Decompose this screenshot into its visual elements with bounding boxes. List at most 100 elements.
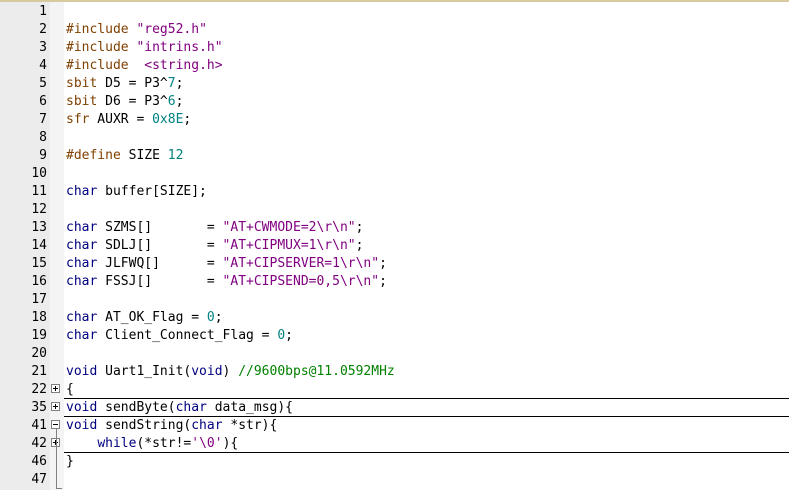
code-token: ; [183,112,192,127]
line-number: 13 [31,220,47,235]
code-text: void sendString(char *str){ [66,417,277,435]
code-token: ){ [222,436,239,451]
line-number: 1 [39,4,47,19]
code-token: char [66,238,98,253]
line-number: 6 [39,94,47,109]
code-text: char FSSJ[] = "AT+CIPSEND=0,5\r\n"; [66,273,387,291]
code-token: ; [379,274,387,289]
code-token: 6 [167,94,176,109]
code-line[interactable]: 11 char buffer[SIZE]; [0,183,789,201]
code-token: "AT+CIPSERVER=1\r\n" [222,256,380,271]
code-token: ; [285,328,293,343]
code-token: #include [66,40,137,55]
code-token: char [191,418,223,433]
line-number: 18 [31,310,47,325]
code-token: "AT+CIPMUX=1\r\n" [222,238,356,253]
code-token: { [66,382,74,397]
code-line[interactable]: 41 void sendString(char *str){ [0,417,789,435]
code-line[interactable]: 20 [0,345,789,363]
code-line[interactable]: 35 void sendByte(char data_msg){ [0,399,789,417]
code-line[interactable]: 4 #include <string.h> [0,57,789,75]
code-token: "AT+CWMODE=2\r\n" [222,220,356,235]
code-line[interactable]: 7 sfr AUXR = 0x8E; [0,111,789,129]
fold-collapse-icon[interactable] [51,420,60,429]
code-text: #include "reg52.h" [66,21,207,39]
code-token: AUXR = [89,112,153,127]
code-token: 0 [206,310,215,325]
code-token: void [66,400,98,415]
fold-separator [64,416,789,417]
code-editor[interactable]: 1 2 #include "reg52.h" 3 #include "intrins.h… [0,2,789,490]
code-token: char [66,256,98,271]
code-token: Uart1_Init( [97,364,192,379]
code-text: #include <string.h> [66,57,223,75]
code-line[interactable]: 21 void Uart1_Init(void) //9600bps@11.059… [0,363,789,381]
code-token: #define [66,148,129,163]
code-token: char [66,184,98,199]
code-token: '\0' [191,436,223,451]
fold-expand-icon[interactable] [51,384,60,393]
code-text: void sendByte(char data_msg){ [66,399,293,417]
code-token: 0x8E [152,112,184,127]
code-line[interactable]: 12 [0,201,789,219]
code-token: ; [355,220,364,235]
line-number: 19 [31,328,47,343]
code-line[interactable]: 5 sbit D5 = P3^7; [0,75,789,93]
code-line[interactable]: 6 sbit D6 = P3^6; [0,93,789,111]
code-line[interactable]: 9 #define SIZE 12 [0,147,789,165]
code-token: buffer[SIZE]; [97,184,207,199]
code-token: FSSJ[] = [97,274,223,289]
code-token: *str){ [222,418,278,433]
code-token: char [66,328,98,343]
line-number: 8 [39,130,47,145]
code-line[interactable]: 10 [0,165,789,183]
code-token: sbit [66,94,98,109]
code-line[interactable]: 18 char AT_OK_Flag = 0; [0,309,789,327]
code-token: (*str!= [136,436,192,451]
code-token: D5 = P3^ [97,76,168,91]
code-token: char [66,274,98,289]
code-token: "AT+CIPSEND=0,5\r\n" [222,274,380,289]
line-number: 35 [31,400,47,415]
code-line[interactable]: 8 [0,129,789,147]
code-line[interactable]: 2 #include "reg52.h" [0,21,789,39]
code-text: char JLFWQ[] = "AT+CIPSERVER=1\r\n"; [66,255,387,273]
code-token: JLFWQ[] = [97,256,223,271]
code-token: "reg52.h" [136,22,207,37]
code-line[interactable]: 22 { [0,381,789,399]
code-text: #include "intrins.h" [66,39,223,57]
code-text: } [66,453,74,471]
code-text: sbit D5 = P3^7; [66,75,183,93]
code-line[interactable]: 1 [0,3,789,21]
code-token: SZMS[] = [97,220,223,235]
code-line[interactable]: 13 char SZMS[] = "AT+CWMODE=2\r\n"; [0,219,789,237]
code-text: char buffer[SIZE]; [66,183,207,201]
code-token: char [66,310,98,325]
code-token: D6 = P3^ [97,94,168,109]
code-text: while(*str!='\0'){ [66,435,238,453]
code-token: sendString( [97,418,192,433]
line-number: 11 [31,184,47,199]
code-line[interactable]: 15 char JLFWQ[] = "AT+CIPSERVER=1\r\n"; [0,255,789,273]
code-line[interactable]: 16 char FSSJ[] = "AT+CIPSEND=0,5\r\n"; [0,273,789,291]
code-token: sfr [66,112,90,127]
code-text: { [66,381,74,399]
code-token: data_msg){ [206,400,293,415]
code-line[interactable]: 17 [0,291,789,309]
code-text: sbit D6 = P3^6; [66,93,183,111]
code-token: ; [379,256,387,271]
code-token: char [66,220,98,235]
code-line[interactable]: 42 while(*str!='\0'){ [0,435,789,453]
fold-separator [64,398,789,399]
code-line[interactable]: 47 [0,471,789,489]
fold-expand-icon[interactable] [51,402,60,411]
code-line[interactable]: 3 #include "intrins.h" [0,39,789,57]
fold-guide-end [56,488,62,489]
code-line[interactable]: 46} [0,453,789,471]
code-line[interactable]: 19 char Client_Connect_Flag = 0; [0,327,789,345]
fold-guide-line [56,429,57,489]
line-number: 46 [31,454,47,469]
code-token: <string.h> [144,58,223,73]
code-text: char SZMS[] = "AT+CWMODE=2\r\n"; [66,219,363,237]
code-line[interactable]: 14 char SDLJ[] = "AT+CIPMUX=1\r\n"; [0,237,789,255]
